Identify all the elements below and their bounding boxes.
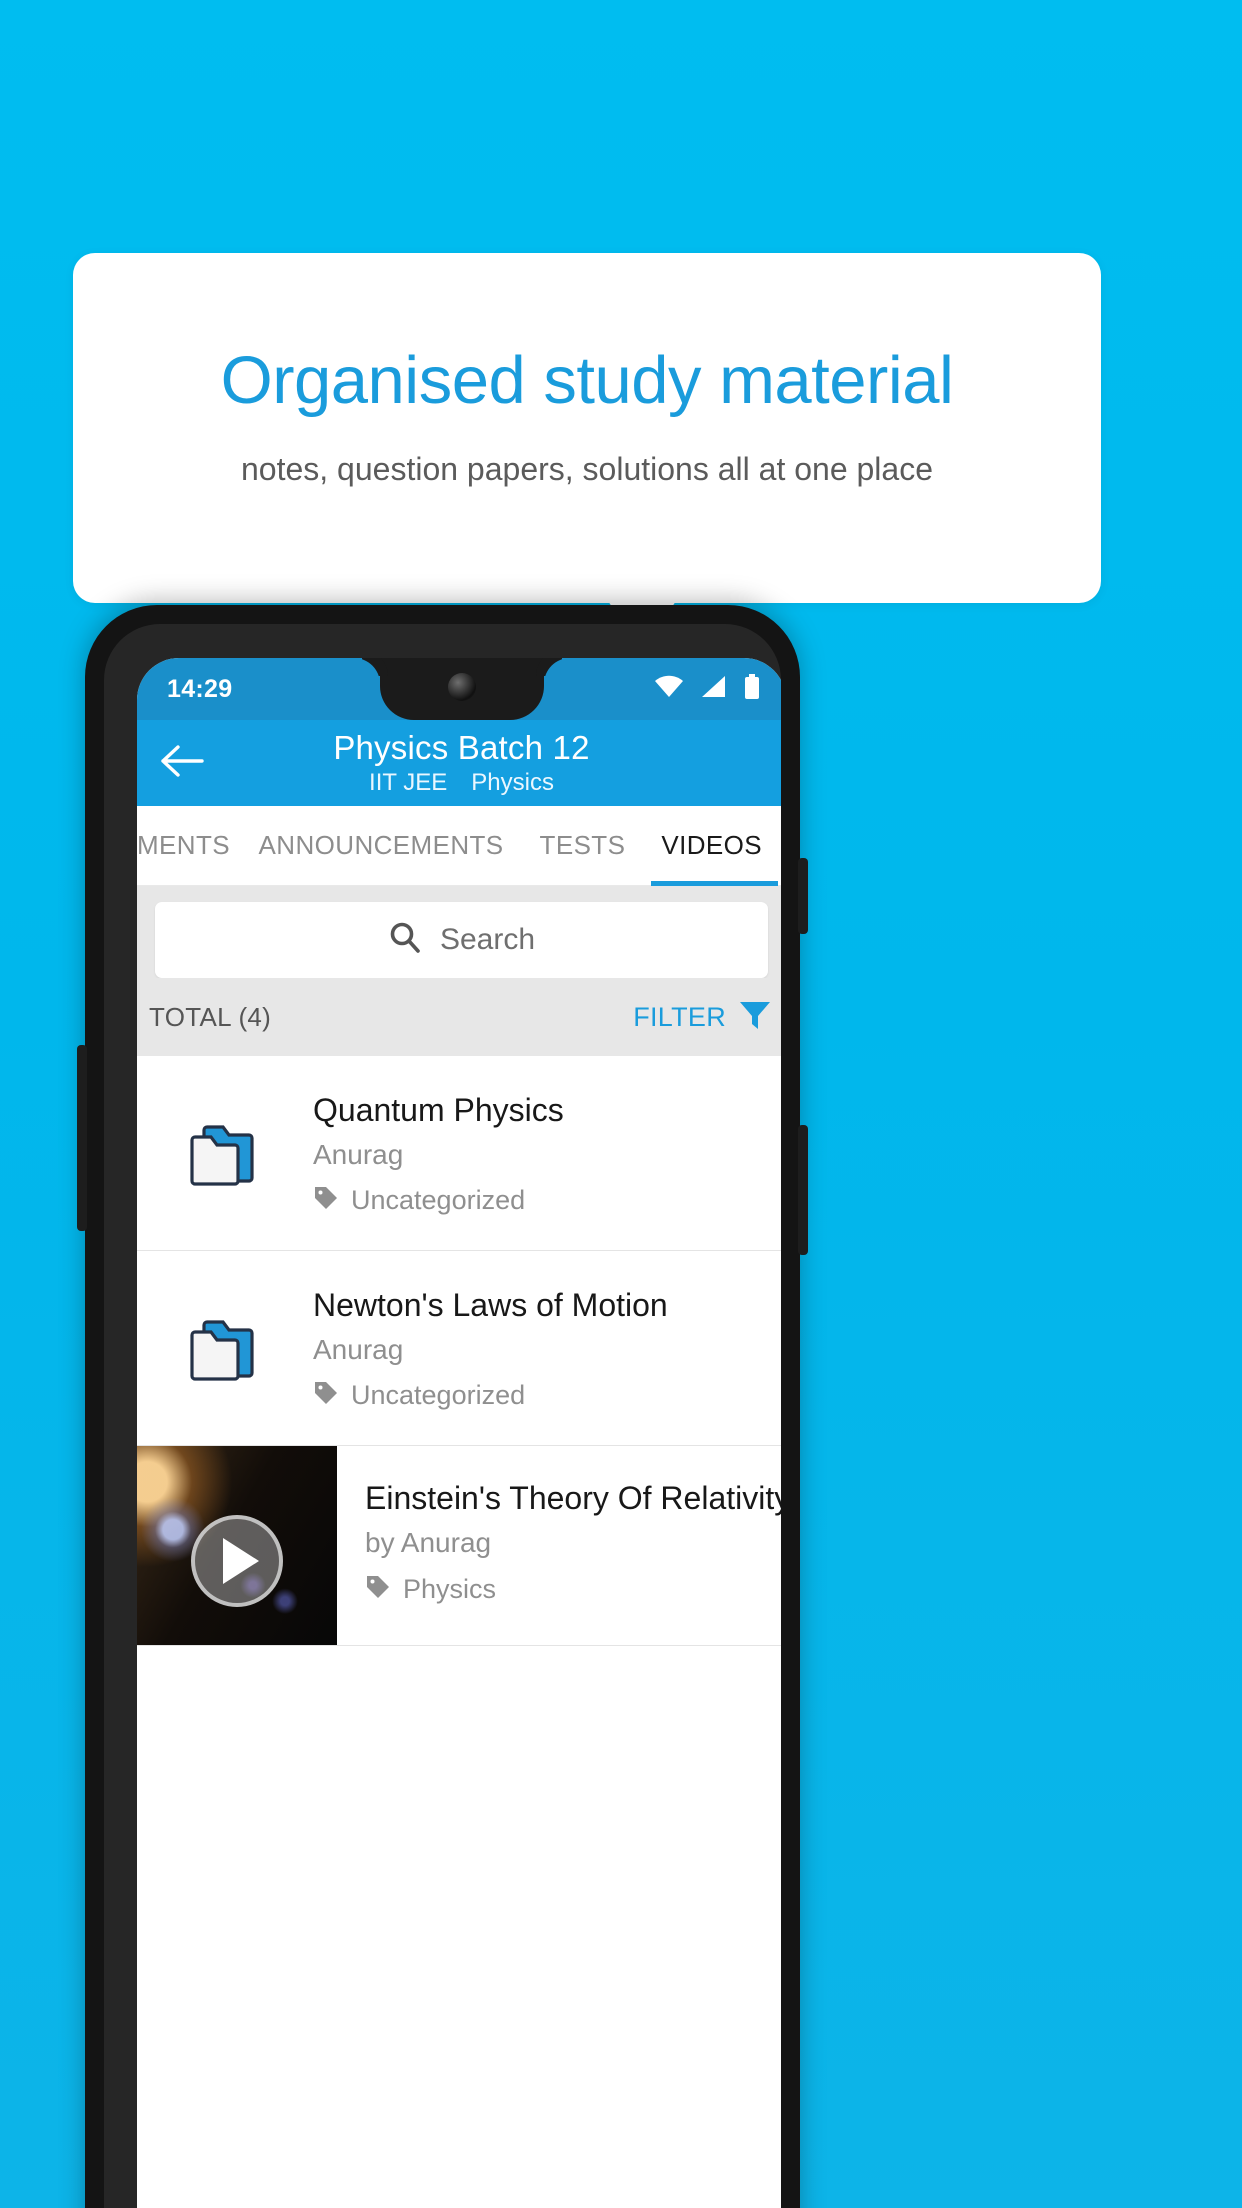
app-bar: Physics Batch 12 IIT JEE Physics (137, 720, 781, 806)
subtitle-subject: Physics (471, 769, 554, 796)
tag-icon (313, 1185, 339, 1216)
wifi-icon (654, 675, 684, 704)
search-placeholder: Search (439, 923, 536, 956)
app-bar-subtitle: IIT JEE Physics (137, 768, 781, 798)
filter-funnel-icon (738, 998, 772, 1037)
list-item-tag: Uncategorized (313, 1378, 774, 1412)
front-camera-icon (447, 673, 476, 701)
folder-icon (137, 1117, 313, 1189)
folder-icon (137, 1312, 313, 1384)
list-item[interactable]: Einstein's Theory Of Relativity by Anura… (137, 1446, 781, 1646)
search-icon (388, 921, 422, 960)
phone-side-button-left[interactable] (77, 1045, 87, 1231)
app-bar-titles: Physics Batch 12 IIT JEE Physics (137, 726, 781, 798)
list-item-author: Anurag (313, 1334, 404, 1365)
list-item-author: by Anurag (365, 1527, 492, 1558)
status-time: 14:29 (167, 674, 233, 703)
phone-bezel: 14:29 Physics Batch 12 IIT JEE Physics M… (104, 624, 781, 2208)
tab-bar: MENTS ANNOUNCEMENTS TESTS VIDEOS (137, 806, 781, 886)
list-item-author: Anurag (313, 1139, 404, 1170)
list-item-title: Quantum Physics (313, 1092, 564, 1128)
page-title: Physics Batch 12 (333, 729, 590, 766)
list-item-tag-text: Uncategorized (351, 1380, 526, 1410)
tab-assignments[interactable]: MENTS (137, 806, 241, 886)
phone-power-button[interactable] (798, 1125, 808, 1255)
list-item-tag: Physics (365, 1572, 781, 1606)
promo-title: Organised study material (220, 343, 954, 418)
tab-tests[interactable]: TESTS (522, 806, 644, 886)
search-input[interactable]: Search (155, 902, 768, 978)
phone-volume-button[interactable] (798, 858, 808, 934)
promo-screenshot: Organised study material notes, question… (0, 0, 1242, 2208)
filter-button[interactable]: FILTER (633, 998, 772, 1037)
back-arrow-icon[interactable] (159, 738, 205, 784)
list-item[interactable]: Quantum Physics Anurag Uncategorized (137, 1056, 781, 1251)
video-list: Quantum Physics Anurag Uncategorized New… (137, 1056, 781, 1646)
list-item-tag-text: Physics (403, 1574, 497, 1604)
list-item-tag: Uncategorized (313, 1183, 774, 1217)
tag-icon (365, 1574, 391, 1605)
phone-screen: 14:29 Physics Batch 12 IIT JEE Physics M… (137, 658, 781, 2208)
list-item-title: Newton's Laws of Motion (313, 1287, 668, 1323)
list-item-body: Quantum Physics Anurag Uncategorized (313, 1089, 781, 1217)
subtitle-exam: IIT JEE (369, 769, 448, 796)
list-header: TOTAL (4) FILTER (137, 978, 781, 1056)
list-item-body: Newton's Laws of Motion Anurag Uncategor… (313, 1284, 781, 1412)
search-zone: Search (137, 886, 781, 978)
tag-icon (313, 1380, 339, 1411)
list-item-body: Einstein's Theory Of Relativity by Anura… (337, 1446, 781, 1645)
total-count-label: TOTAL (4) (149, 1001, 272, 1032)
battery-icon (744, 673, 760, 705)
tab-announcements[interactable]: ANNOUNCEMENTS (241, 806, 522, 886)
list-item-tag-text: Uncategorized (351, 1185, 526, 1215)
play-icon[interactable] (191, 1515, 283, 1608)
list-item-title: Einstein's Theory Of Relativity (365, 1480, 781, 1516)
promo-subtitle: notes, question papers, solutions all at… (240, 451, 933, 487)
tab-videos[interactable]: VIDEOS (643, 806, 780, 886)
filter-label: FILTER (633, 1001, 726, 1032)
list-item[interactable]: Newton's Laws of Motion Anurag Uncategor… (137, 1251, 781, 1446)
promo-card: Organised study material notes, question… (73, 253, 1101, 603)
video-thumbnail[interactable] (137, 1446, 337, 1645)
phone-mockup: 14:29 Physics Batch 12 IIT JEE Physics M… (77, 605, 808, 2208)
status-icons (654, 673, 760, 705)
cellular-signal-icon (701, 675, 727, 704)
